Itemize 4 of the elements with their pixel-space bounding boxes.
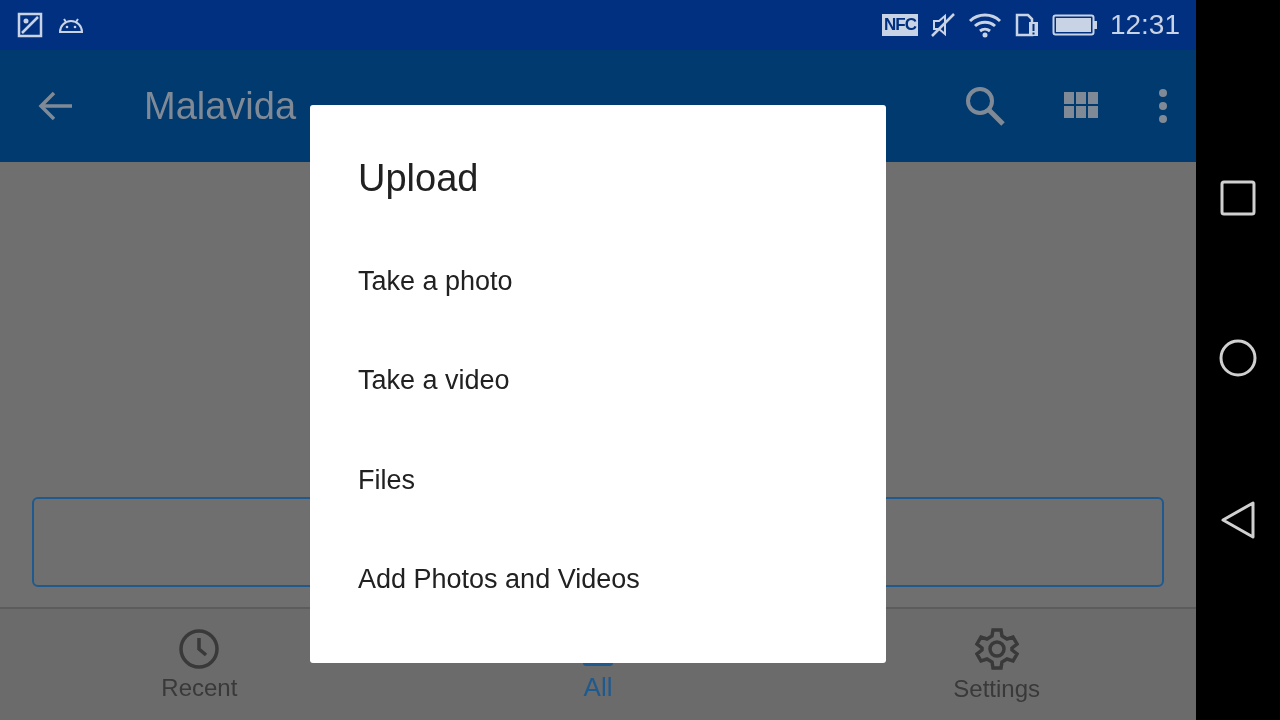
clock-time: 12:31 xyxy=(1109,9,1180,41)
dialog-title: Upload xyxy=(358,157,479,200)
nfc-indicator: NFC xyxy=(881,14,918,36)
app-title: Malavida xyxy=(144,84,297,128)
